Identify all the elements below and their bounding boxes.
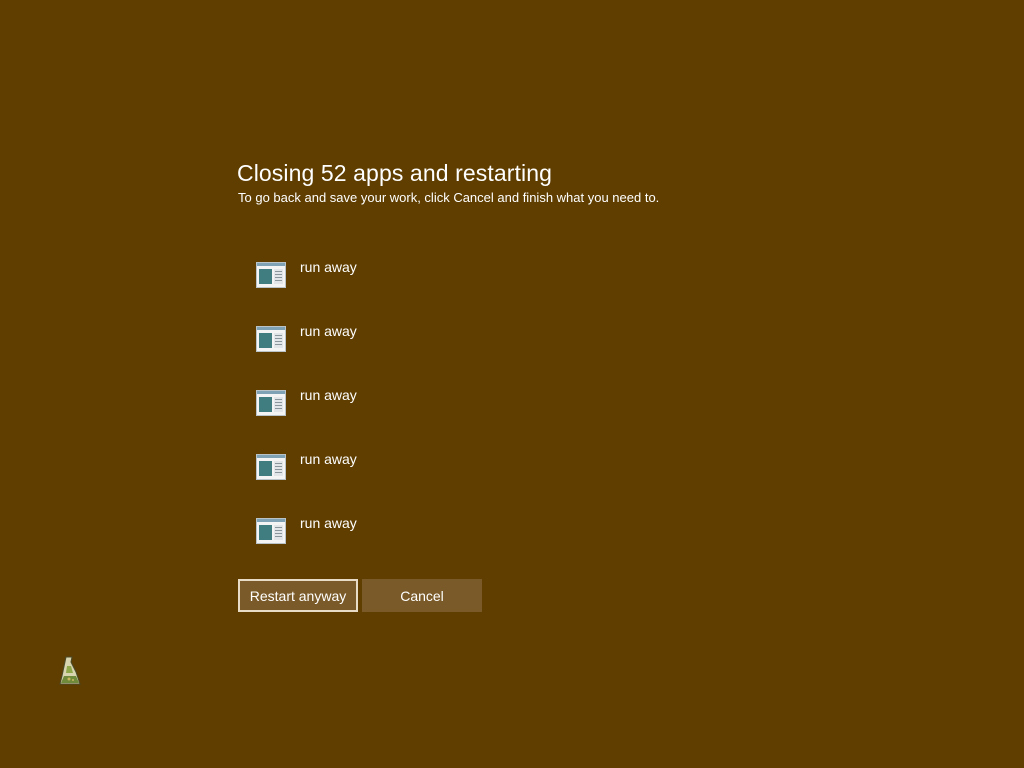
app-name: run away [300,387,357,403]
application-window-icon [256,390,286,416]
app-list: run away run away run away run away run … [256,258,656,578]
action-buttons: Restart anyway Cancel [238,579,482,612]
page-title: Closing 52 apps and restarting [237,160,552,186]
busy-hourglass-cursor-icon [59,656,81,685]
application-window-icon [256,326,286,352]
application-window-icon [256,454,286,480]
cancel-button[interactable]: Cancel [362,579,482,612]
list-item: run away [256,386,656,450]
restart-dialog: Closing 52 apps and restarting To go bac… [237,158,797,612]
list-item: run away [256,450,656,514]
app-name: run away [300,259,357,275]
app-name: run away [300,451,357,467]
page-subtitle: To go back and save your work, click Can… [238,190,660,205]
list-item: run away [256,514,656,578]
application-window-icon [256,262,286,288]
app-name: run away [300,515,357,531]
application-window-icon [256,518,286,544]
restart-anyway-button[interactable]: Restart anyway [238,579,358,612]
app-name: run away [300,323,357,339]
list-item: run away [256,322,656,386]
list-item: run away [256,258,656,322]
